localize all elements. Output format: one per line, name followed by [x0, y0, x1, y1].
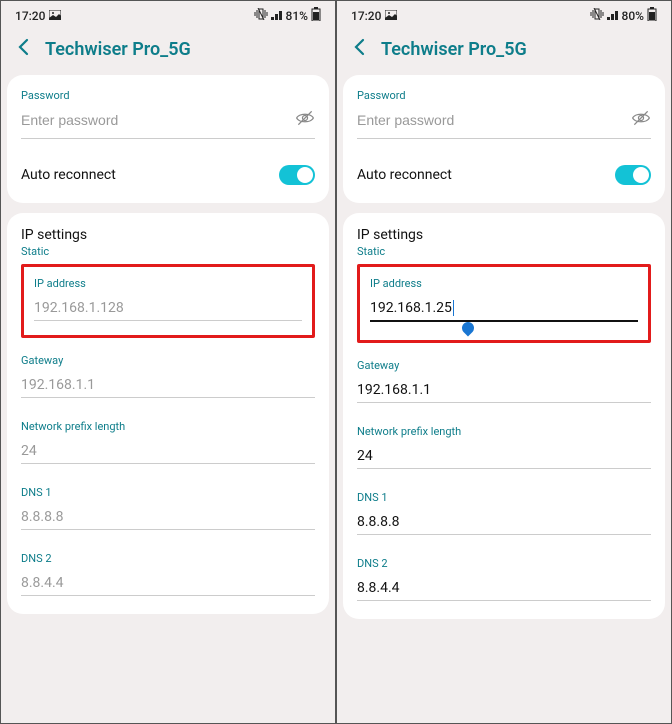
dns2-input[interactable]: 8.8.4.4	[21, 571, 315, 596]
auto-reconnect-label: Auto reconnect	[357, 167, 452, 183]
prefix-label: Network prefix length	[357, 425, 651, 438]
ip-address-label: IP address	[34, 277, 302, 290]
auto-reconnect-toggle[interactable]	[279, 165, 315, 185]
ip-settings-mode[interactable]: Static	[357, 245, 651, 258]
battery-percent: 81%	[286, 9, 308, 23]
screen-header: Techwiser Pro_5G	[1, 26, 335, 75]
status-time: 17:20	[351, 9, 381, 23]
vibrate-icon	[254, 8, 268, 23]
gateway-label: Gateway	[357, 359, 651, 372]
visibility-off-icon[interactable]	[295, 108, 315, 132]
prefix-label: Network prefix length	[21, 420, 315, 433]
prefix-input[interactable]: 24	[21, 439, 315, 464]
status-time: 17:20	[15, 9, 45, 23]
ip-address-label: IP address	[370, 277, 638, 290]
status-bar: 17:20 81%	[1, 1, 335, 26]
auto-reconnect-label: Auto reconnect	[21, 167, 116, 183]
gateway-label: Gateway	[21, 354, 315, 367]
ip-address-input[interactable]: 192.168.1.128	[34, 296, 302, 321]
gateway-input[interactable]: 192.168.1.1	[357, 378, 651, 403]
battery-icon	[311, 7, 321, 24]
dns1-input[interactable]: 8.8.8.8	[357, 510, 651, 535]
vibrate-icon	[590, 8, 604, 23]
back-icon[interactable]	[351, 38, 369, 61]
battery-percent: 80%	[622, 9, 644, 23]
screen-header: Techwiser Pro_5G	[337, 26, 671, 75]
signal-icon	[607, 9, 619, 23]
picture-icon	[385, 9, 397, 23]
dns2-input[interactable]: 8.8.4.4	[357, 576, 651, 601]
password-card: Password Auto reconnect	[343, 75, 665, 203]
back-icon[interactable]	[15, 38, 33, 61]
text-cursor	[453, 300, 454, 316]
ip-address-value: 192.168.1.25	[370, 300, 452, 316]
ip-address-highlight: IP address 192.168.1.128	[21, 264, 315, 338]
picture-icon	[49, 9, 61, 23]
ip-settings-card: IP settings Static IP address 192.168.1.…	[343, 213, 665, 619]
prefix-input[interactable]: 24	[357, 444, 651, 469]
password-label: Password	[21, 89, 315, 102]
signal-icon	[271, 9, 283, 23]
visibility-off-icon[interactable]	[631, 108, 651, 132]
dns2-label: DNS 2	[21, 552, 315, 565]
dns1-label: DNS 1	[357, 491, 651, 504]
ip-settings-title: IP settings	[357, 227, 651, 243]
cursor-handle-icon[interactable]	[460, 320, 477, 337]
ip-settings-mode[interactable]: Static	[21, 245, 315, 258]
phone-screen-left: 17:20 81% Techwiser Pro_5G Password	[0, 0, 336, 724]
dns1-label: DNS 1	[21, 486, 315, 499]
battery-icon	[647, 7, 657, 24]
ip-settings-title: IP settings	[21, 227, 315, 243]
page-title: Techwiser Pro_5G	[45, 39, 191, 60]
password-card: Password Auto reconnect	[7, 75, 329, 203]
page-title: Techwiser Pro_5G	[381, 39, 527, 60]
dns2-label: DNS 2	[357, 557, 651, 570]
auto-reconnect-toggle[interactable]	[615, 165, 651, 185]
password-input[interactable]	[21, 112, 295, 128]
ip-address-input[interactable]: 192.168.1.25	[370, 296, 638, 322]
ip-address-highlight: IP address 192.168.1.25	[357, 264, 651, 343]
gateway-input[interactable]: 192.168.1.1	[21, 373, 315, 398]
password-input[interactable]	[357, 112, 631, 128]
status-bar: 17:20 80%	[337, 1, 671, 26]
password-label: Password	[357, 89, 651, 102]
phone-screen-right: 17:20 80% Techwiser Pro_5G Password	[336, 0, 672, 724]
dns1-input[interactable]: 8.8.8.8	[21, 505, 315, 530]
ip-settings-card: IP settings Static IP address 192.168.1.…	[7, 213, 329, 614]
